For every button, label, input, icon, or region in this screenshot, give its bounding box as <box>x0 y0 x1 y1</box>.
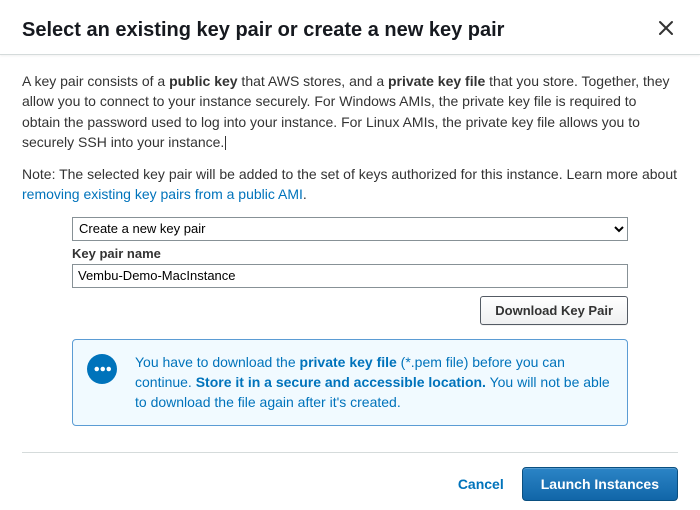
download-keypair-button[interactable]: Download Key Pair <box>480 296 628 325</box>
keypair-name-input[interactable] <box>72 264 628 288</box>
info-alert: You have to download the private key fil… <box>72 339 628 426</box>
keypair-action-select[interactable]: Create a new key pair <box>72 217 628 241</box>
note-text: . <box>303 186 307 202</box>
modal-title: Select an existing key pair or create a … <box>22 19 654 42</box>
cancel-button[interactable]: Cancel <box>458 476 504 492</box>
text-cursor <box>225 136 226 150</box>
info-icon <box>87 354 117 384</box>
private-key-file-term: private key file <box>388 73 485 89</box>
info-alert-text: You have to download the private key fil… <box>135 352 613 413</box>
keypair-name-label: Key pair name <box>72 245 628 264</box>
learn-more-link[interactable]: removing existing key pairs from a publi… <box>22 186 303 202</box>
alert-text: You have to download the <box>135 354 300 370</box>
modal-footer: Cancel Launch Instances <box>22 452 678 510</box>
keypair-modal: Select an existing key pair or create a … <box>0 0 700 510</box>
close-icon[interactable] <box>654 16 678 44</box>
modal-body: A key pair consists of a public key that… <box>0 55 700 434</box>
intro-paragraph: A key pair consists of a public key that… <box>22 71 678 152</box>
launch-instances-button[interactable]: Launch Instances <box>522 467 678 501</box>
note-text: Note: The selected key pair will be adde… <box>22 166 677 182</box>
alert-store-secure: Store it in a secure and accessible loca… <box>196 374 486 390</box>
form-area: Create a new key pair Key pair name Down… <box>22 217 678 426</box>
modal-header: Select an existing key pair or create a … <box>0 0 700 55</box>
note-paragraph: Note: The selected key pair will be adde… <box>22 164 678 205</box>
download-row: Download Key Pair <box>72 296 628 325</box>
intro-text: A key pair consists of a <box>22 73 169 89</box>
alert-private-key-file: private key file <box>300 354 397 370</box>
public-key-term: public key <box>169 73 237 89</box>
intro-text: that AWS stores, and a <box>238 73 388 89</box>
